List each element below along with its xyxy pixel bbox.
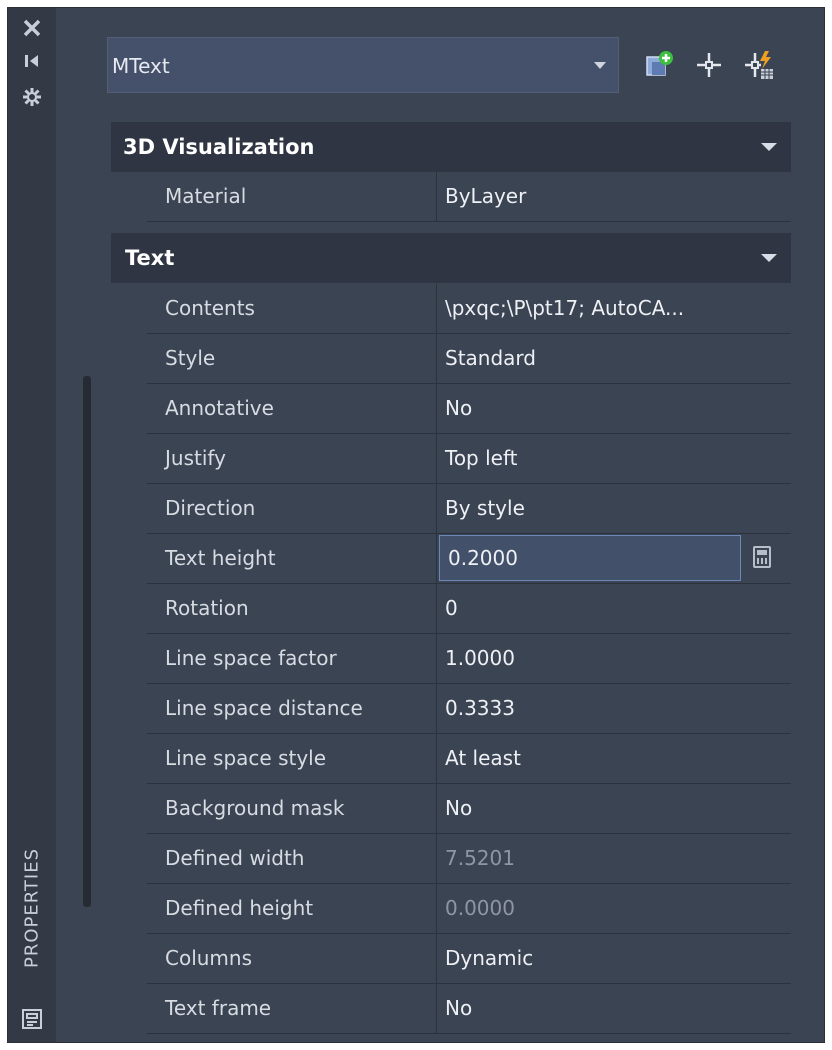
property-label: Text height bbox=[147, 534, 437, 583]
property-row-line-space-distance[interactable]: Line space distance 0.3333 bbox=[147, 684, 791, 734]
property-value[interactable]: 0.3333 bbox=[437, 684, 791, 733]
property-value[interactable]: No bbox=[437, 384, 791, 433]
object-type-dropdown[interactable]: MText bbox=[107, 37, 619, 93]
section-title: Text bbox=[125, 246, 175, 270]
property-value-readonly: 0.0000 bbox=[445, 896, 515, 920]
text-height-input[interactable]: 0.2000 bbox=[439, 535, 741, 581]
property-value[interactable]: Top left bbox=[437, 434, 791, 483]
property-label: Justify bbox=[147, 434, 437, 483]
toggle-pickadd-icon[interactable] bbox=[643, 49, 675, 81]
property-label: Defined width bbox=[147, 834, 437, 883]
properties-toolbar: MText bbox=[107, 37, 797, 97]
property-row-line-space-factor[interactable]: Line space factor 1.0000 bbox=[147, 634, 791, 684]
property-label: Direction bbox=[147, 484, 437, 533]
quick-select-icon[interactable] bbox=[743, 49, 775, 81]
property-label: Line space distance bbox=[147, 684, 437, 733]
property-row-defined-height[interactable]: Defined height 0.0000 bbox=[147, 884, 791, 934]
section-3d-visualization[interactable]: 3D Visualization bbox=[111, 122, 791, 172]
property-label: Columns bbox=[147, 934, 437, 983]
property-value[interactable]: 0 bbox=[437, 584, 791, 633]
property-value[interactable]: No bbox=[437, 984, 791, 1033]
property-row-text-height[interactable]: Text height 0.2000 bbox=[147, 534, 791, 584]
text-properties-table: Contents \pxqc;\P\pt17; AutoCA... Style … bbox=[147, 284, 791, 1034]
property-label: Text frame bbox=[147, 984, 437, 1033]
property-row-direction[interactable]: Direction By style bbox=[147, 484, 791, 534]
property-label: Style bbox=[147, 334, 437, 383]
property-label: Line space style bbox=[147, 734, 437, 783]
property-value[interactable]: Dynamic bbox=[437, 934, 791, 983]
settings-icon[interactable] bbox=[20, 86, 44, 110]
property-row-defined-width[interactable]: Defined width 7.5201 bbox=[147, 834, 791, 884]
property-row-material[interactable]: Material ByLayer bbox=[147, 172, 791, 222]
object-type-value: MText bbox=[112, 54, 170, 78]
calculator-icon[interactable] bbox=[753, 546, 771, 568]
vertical-scrollbar[interactable] bbox=[83, 376, 91, 907]
property-label: Contents bbox=[147, 284, 437, 333]
panel-vertical-title: PROPERTIES bbox=[21, 847, 43, 969]
autohide-icon[interactable] bbox=[20, 51, 44, 75]
section-title: 3D Visualization bbox=[123, 135, 315, 159]
property-value[interactable]: \pxqc;\P\pt17; AutoCA... bbox=[437, 284, 791, 333]
close-icon[interactable] bbox=[20, 18, 44, 42]
property-value[interactable]: ByLayer bbox=[437, 172, 791, 221]
property-label: Rotation bbox=[147, 584, 437, 633]
select-objects-icon[interactable] bbox=[693, 49, 725, 81]
property-label: Material bbox=[147, 172, 437, 221]
property-value[interactable]: Standard bbox=[437, 334, 791, 383]
property-label: Annotative bbox=[147, 384, 437, 433]
collapse-arrow-icon[interactable] bbox=[761, 254, 777, 262]
property-row-text-frame[interactable]: Text frame No bbox=[147, 984, 791, 1034]
property-value[interactable]: At least bbox=[437, 734, 791, 783]
property-value-readonly: 7.5201 bbox=[445, 846, 515, 870]
property-label: Background mask bbox=[147, 784, 437, 833]
property-label: Defined height bbox=[147, 884, 437, 933]
property-value[interactable]: 1.0000 bbox=[437, 634, 791, 683]
property-row-rotation[interactable]: Rotation 0 bbox=[147, 584, 791, 634]
property-value[interactable]: By style bbox=[437, 484, 791, 533]
property-row-columns[interactable]: Columns Dynamic bbox=[147, 934, 791, 984]
property-row-justify[interactable]: Justify Top left bbox=[147, 434, 791, 484]
collapse-arrow-icon[interactable] bbox=[761, 143, 777, 151]
properties-panel-icon[interactable] bbox=[20, 1008, 44, 1032]
property-label: Line space factor bbox=[147, 634, 437, 683]
visualization-properties-table: Material ByLayer bbox=[147, 172, 791, 222]
property-row-style[interactable]: Style Standard bbox=[147, 334, 791, 384]
property-row-contents[interactable]: Contents \pxqc;\P\pt17; AutoCA... bbox=[147, 284, 791, 334]
palette-title-strip: PROPERTIES bbox=[8, 8, 56, 1042]
section-text[interactable]: Text bbox=[111, 233, 791, 283]
property-value[interactable]: No bbox=[437, 784, 791, 833]
property-row-line-space-style[interactable]: Line space style At least bbox=[147, 734, 791, 784]
chevron-down-icon bbox=[594, 62, 606, 69]
property-row-background-mask[interactable]: Background mask No bbox=[147, 784, 791, 834]
property-row-annotative[interactable]: Annotative No bbox=[147, 384, 791, 434]
